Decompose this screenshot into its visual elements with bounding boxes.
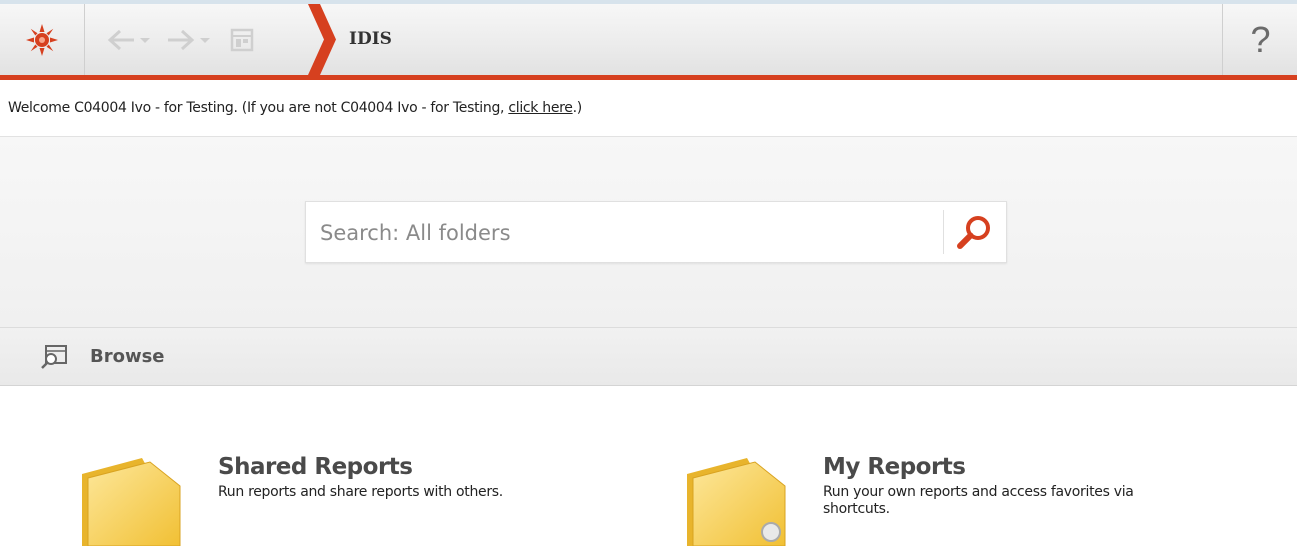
page-button[interactable] <box>222 20 262 60</box>
switch-user-link[interactable]: click here <box>508 100 573 116</box>
main-toolbar: IDIS ? <box>0 4 1297 75</box>
browse-icon <box>41 345 67 369</box>
shared-reports-description: Run reports and share reports with other… <box>218 484 503 500</box>
help-icon: ? <box>1250 18 1271 60</box>
my-reports-card[interactable]: My Reports Run your own reports and acce… <box>685 386 1165 546</box>
welcome-suffix: .) <box>572 100 583 116</box>
search-input[interactable] <box>318 202 942 264</box>
content-area: Shared Reports Run reports and share rep… <box>0 386 1297 546</box>
magnifier-icon <box>957 216 990 249</box>
forward-button[interactable] <box>162 20 216 60</box>
page-icon <box>230 28 254 51</box>
breadcrumb-chevron-icon <box>308 4 336 75</box>
search-box <box>305 201 1007 264</box>
breadcrumb-current[interactable]: IDIS <box>349 4 392 75</box>
back-arrow-icon <box>107 29 150 50</box>
folder-icon <box>687 458 786 546</box>
shared-reports-title[interactable]: Shared Reports <box>218 454 413 480</box>
welcome-message: Welcome C04004 Ivo - for Testing. (If yo… <box>8 100 582 116</box>
welcome-bar: Welcome C04004 Ivo - for Testing. (If yo… <box>0 80 1297 137</box>
back-button[interactable] <box>102 20 156 60</box>
search-area <box>0 137 1297 327</box>
browse-bar[interactable]: Browse <box>0 327 1297 386</box>
navigation-buttons <box>102 4 262 75</box>
welcome-prefix: Welcome C04004 Ivo - for Testing. (If yo… <box>8 100 509 116</box>
folder-icon <box>82 458 181 546</box>
app-logo[interactable] <box>0 4 85 75</box>
forward-arrow-icon <box>168 29 210 50</box>
search-divider <box>943 210 944 254</box>
search-button[interactable] <box>946 208 1004 256</box>
my-reports-title[interactable]: My Reports <box>823 454 966 480</box>
shared-reports-card[interactable]: Shared Reports Run reports and share rep… <box>80 386 560 546</box>
help-button[interactable]: ? <box>1222 4 1297 75</box>
sun-logo-icon <box>26 23 58 56</box>
browse-label: Browse <box>90 346 165 367</box>
my-reports-description: Run your own reports and access favorite… <box>823 484 1134 517</box>
